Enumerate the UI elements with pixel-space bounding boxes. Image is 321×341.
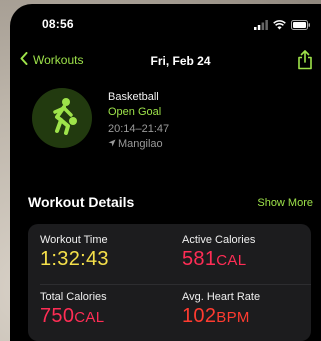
metric-number: 102 <box>182 305 217 327</box>
card-divider <box>40 284 311 285</box>
metric-number: 581 <box>182 248 217 270</box>
metric-value: 581CAL <box>182 248 312 271</box>
battery-icon <box>291 17 311 35</box>
metric-label: Active Calories <box>182 234 256 246</box>
metric-value: 1:32:43 <box>40 248 170 271</box>
metric-number: 750 <box>40 305 75 327</box>
workout-summary: Basketball Open Goal 20:14–21:47 Mangila… <box>10 84 321 179</box>
share-icon <box>297 50 313 74</box>
status-bar: 08:56 <box>10 4 321 42</box>
navigation-bar: Workouts Fri, Feb 24 <box>10 48 321 76</box>
metric-number: 1:32:43 <box>40 248 109 270</box>
activity-badge <box>32 88 92 148</box>
location-name: Mangilao <box>118 138 163 150</box>
workout-time-range: 20:14–21:47 <box>108 123 170 135</box>
metric-value: 750CAL <box>40 305 170 328</box>
workout-goal: Open Goal <box>108 106 162 118</box>
metric-avg-heart-rate: Avg. Heart Rate 102BPM <box>182 291 312 328</box>
metric-unit: CAL <box>74 309 105 326</box>
basketball-player-icon <box>44 97 80 140</box>
workout-info: Basketball Open Goal 20:14–21:47 Mangila… <box>108 90 169 152</box>
metric-unit: CAL <box>216 252 247 269</box>
page-title: Fri, Feb 24 <box>150 54 211 68</box>
metric-label: Total Calories <box>40 291 107 303</box>
workout-details-header: Workout Details Show More <box>10 192 321 216</box>
workout-location: Mangilao <box>108 137 169 152</box>
metric-label: Avg. Heart Rate <box>182 291 261 303</box>
phone-screen: 08:56 Workouts Fri, Feb 24 Basketball Op… <box>10 4 321 341</box>
metric-total-calories: Total Calories 750CAL <box>40 291 170 328</box>
activity-name: Basketball <box>108 91 159 103</box>
metric-active-calories: Active Calories 581CAL <box>182 234 312 271</box>
wifi-icon <box>273 17 286 35</box>
signal-icon <box>254 17 268 35</box>
metric-unit: BPM <box>216 309 250 326</box>
status-time: 08:56 <box>42 17 74 31</box>
metric-value: 102BPM <box>182 305 312 328</box>
workout-details-card: Workout Time 1:32:43 Active Calories 581… <box>28 224 311 341</box>
share-button[interactable] <box>297 50 313 75</box>
metric-workout-time: Workout Time 1:32:43 <box>40 234 170 271</box>
location-arrow-icon <box>108 137 116 152</box>
section-title: Workout Details <box>28 194 135 210</box>
metric-label: Workout Time <box>40 234 108 246</box>
status-icons <box>254 17 311 35</box>
show-more-link[interactable]: Show More <box>257 197 313 209</box>
